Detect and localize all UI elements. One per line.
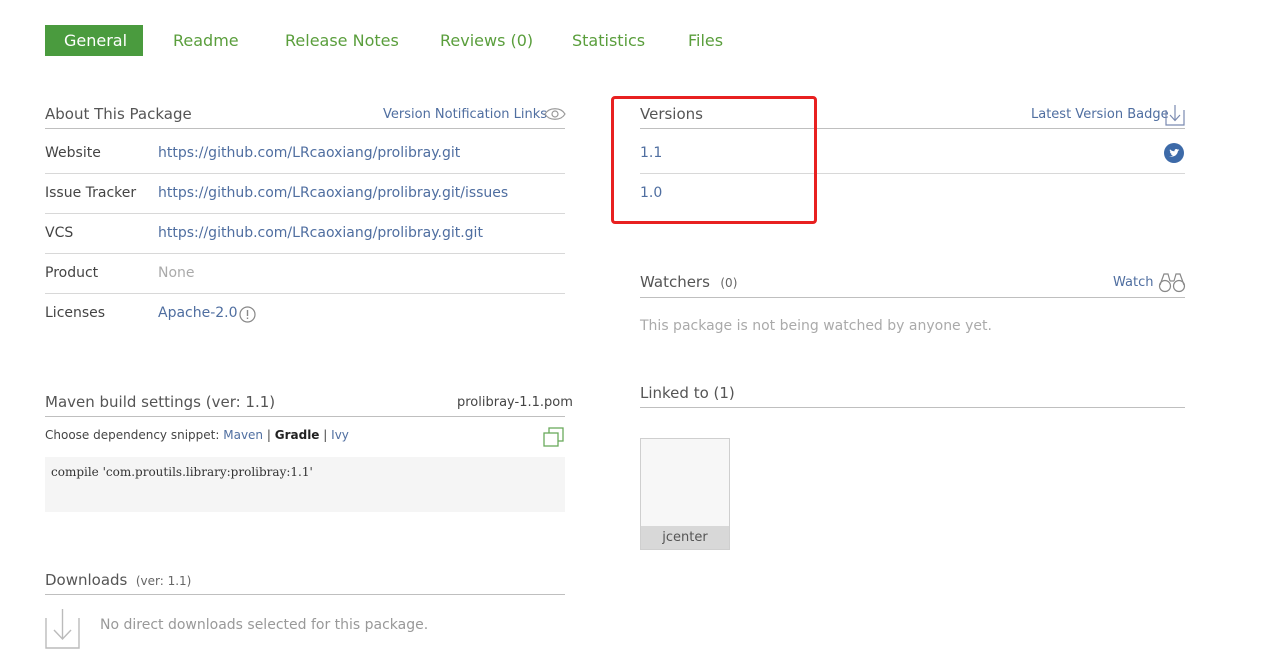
latest-version-badge-link[interactable]: Latest Version Badge — [1031, 107, 1169, 122]
row-label-product: Product — [45, 265, 99, 281]
info-icon[interactable] — [239, 306, 256, 327]
repo-card-jcenter[interactable]: jcenter — [640, 438, 730, 550]
code-snippet[interactable]: compile 'com.proutils.library:prolibray:… — [45, 457, 565, 512]
row-divider — [45, 253, 565, 254]
watchers-empty-message: This package is not being watched by any… — [640, 318, 992, 334]
linked-title: Linked to (1) — [640, 384, 735, 402]
row-divider — [45, 173, 565, 174]
repo-label: jcenter — [641, 526, 729, 549]
linked-divider — [640, 407, 1185, 408]
downloads-divider — [45, 594, 565, 595]
downloads-title: Downloads (ver: 1.1) — [45, 571, 191, 589]
watchers-divider — [640, 297, 1185, 298]
highlight-box — [611, 96, 817, 224]
row-label-issue-tracker: Issue Tracker — [45, 185, 137, 201]
badge-download-icon[interactable] — [1165, 104, 1185, 130]
snippet-option-gradle[interactable]: Gradle — [275, 428, 320, 442]
tab-readme[interactable]: Readme — [173, 25, 239, 56]
row-divider — [45, 293, 565, 294]
snippet-option-maven[interactable]: Maven — [223, 428, 263, 442]
download-icon — [45, 608, 80, 653]
row-label-website: Website — [45, 145, 101, 161]
binoculars-icon[interactable] — [1158, 271, 1186, 297]
version-notification-links[interactable]: Version Notification Links — [383, 107, 547, 122]
separator: | — [266, 428, 271, 442]
website-link[interactable]: https://github.com/LRcaoxiang/prolibray.… — [158, 145, 460, 161]
eye-icon[interactable] — [544, 106, 566, 126]
about-title: About This Package — [45, 105, 192, 123]
tab-statistics[interactable]: Statistics — [572, 25, 645, 56]
tab-general[interactable]: General — [45, 25, 143, 56]
product-value: None — [158, 265, 195, 281]
watchers-count: (0) — [720, 276, 738, 290]
about-divider — [45, 128, 565, 129]
watchers-title: Watchers (0) — [640, 273, 737, 291]
issue-tracker-link[interactable]: https://github.com/LRcaoxiang/prolibray.… — [158, 185, 508, 201]
tab-reviews[interactable]: Reviews (0) — [440, 25, 533, 56]
row-divider — [45, 213, 565, 214]
vcs-link[interactable]: https://github.com/LRcaoxiang/prolibray.… — [158, 225, 483, 241]
row-label-vcs: VCS — [45, 225, 74, 241]
tab-release-notes[interactable]: Release Notes — [285, 25, 399, 56]
snippet-option-ivy[interactable]: Ivy — [331, 428, 349, 442]
downloads-heading: Downloads — [45, 571, 128, 589]
downloads-version: (ver: 1.1) — [135, 574, 192, 588]
maven-title: Maven build settings (ver: 1.1) — [45, 393, 276, 411]
separator: | — [323, 428, 328, 442]
maven-divider — [45, 416, 565, 417]
tab-files[interactable]: Files — [688, 25, 723, 56]
twitter-icon[interactable] — [1164, 143, 1184, 167]
dependency-snippet-chooser: Choose dependency snippet: Maven | Gradl… — [45, 428, 349, 442]
watchers-heading: Watchers — [640, 273, 710, 291]
pom-link[interactable]: prolibray-1.1.pom — [457, 395, 573, 410]
watch-link[interactable]: Watch — [1113, 275, 1153, 290]
copy-icon[interactable] — [543, 427, 565, 451]
row-label-licenses: Licenses — [45, 305, 106, 321]
downloads-empty-message: No direct downloads selected for this pa… — [100, 617, 429, 633]
license-link[interactable]: Apache-2.0 — [158, 305, 238, 321]
choose-label: Choose dependency snippet: — [45, 428, 220, 442]
